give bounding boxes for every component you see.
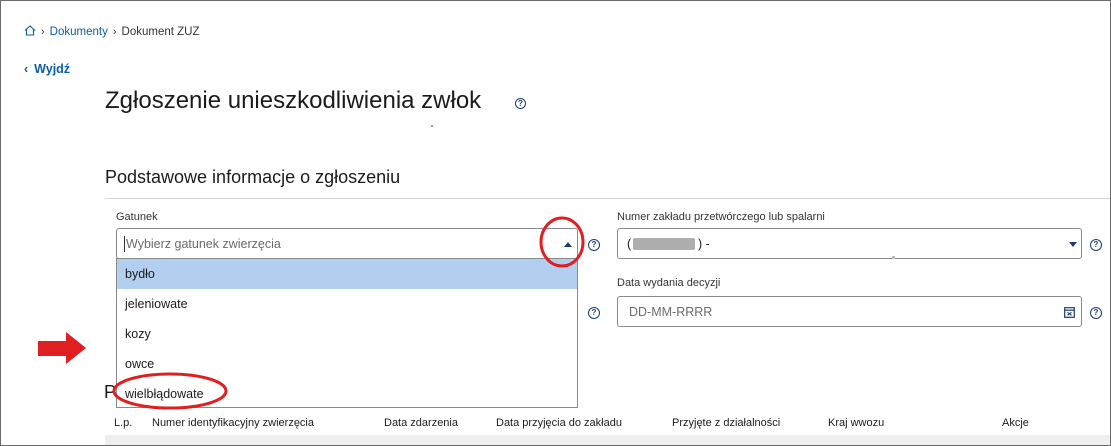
species-select[interactable]: Wybierz gatunek zwierzęcia [116,228,578,259]
table-row [105,435,1110,445]
help-icon[interactable]: ? [588,307,600,319]
help-icon[interactable]: ? [1090,239,1102,251]
back-link[interactable]: ‹ Wyjdź [24,62,70,76]
column-header-admission-date: Data przyjęcia do zakładu [496,417,622,429]
subsection-title-partial: P [104,382,117,402]
decision-date-placeholder: DD-MM-RRRR [629,304,713,319]
section-title: Podstawowe informacje o zgłoszeniu [105,167,401,187]
column-header-event-date: Data zdarzenia [384,417,458,429]
column-header-animal-id: Numer identyfikacyjny zwierzęcia [152,417,314,429]
species-option-owce[interactable]: owce [117,349,577,379]
plant-number-label: Numer zakładu przetwórczego lub spalarni [617,211,825,223]
species-option-bydlo[interactable]: bydło [117,259,577,289]
column-header-import-country: Kraj wwozu [828,417,885,429]
species-dropdown-list: bydło jeleniowate kozy owce wielbłądowat… [116,258,578,408]
table-header: L.p. Numer identyfikacyjny zwierzęcia Da… [105,410,1110,435]
chevron-right-icon: › [112,26,117,38]
column-header-source-activity: Przyjęte z działalności [672,417,781,429]
home-icon[interactable] [24,25,36,39]
column-header-actions: Akcje [1002,417,1029,429]
species-option-wielbladowate[interactable]: wielbłądowate [117,379,577,409]
section-divider [105,198,1110,199]
back-label: Wyjdź [34,62,71,76]
decorative-mark [892,256,895,259]
help-icon[interactable]: ? [588,239,600,251]
chevron-up-icon[interactable] [564,242,572,247]
breadcrumb-item-current: Dokument ZUZ [121,26,200,38]
column-header-lp: L.p. [114,417,133,429]
decision-date-label: Data wydania decyzji [617,277,721,289]
help-icon[interactable]: ? [515,98,526,109]
decorative-dot [431,125,433,127]
redacted-value [633,238,695,250]
calendar-icon[interactable] [1064,306,1075,321]
page-title: Zgłoszenie unieszkodliwienia zwłok [105,87,482,114]
help-icon[interactable]: ? [1090,307,1102,319]
species-option-kozy[interactable]: kozy [117,319,577,349]
decision-date-input[interactable]: DD-MM-RRRR [617,296,1082,327]
breadcrumb: › Dokumenty › Dokument ZUZ [24,25,199,39]
plant-number-select[interactable]: ( ) - [617,228,1082,259]
chevron-right-icon: › [41,26,45,38]
page-frame: › Dokumenty › Dokument ZUZ ‹ Wyjdź Zgłos… [0,0,1111,446]
plant-number-suffix: ) - [698,236,710,251]
plant-number-prefix: ( [627,236,632,251]
species-placeholder: Wybierz gatunek zwierzęcia [126,236,281,251]
species-label: Gatunek [116,211,158,223]
chevron-left-icon: ‹ [24,62,29,76]
text-cursor [124,236,125,252]
chevron-down-icon[interactable] [1069,242,1077,247]
species-option-jeleniowate[interactable]: jeleniowate [117,289,577,319]
breadcrumb-item-dokumenty[interactable]: Dokumenty [50,26,108,38]
